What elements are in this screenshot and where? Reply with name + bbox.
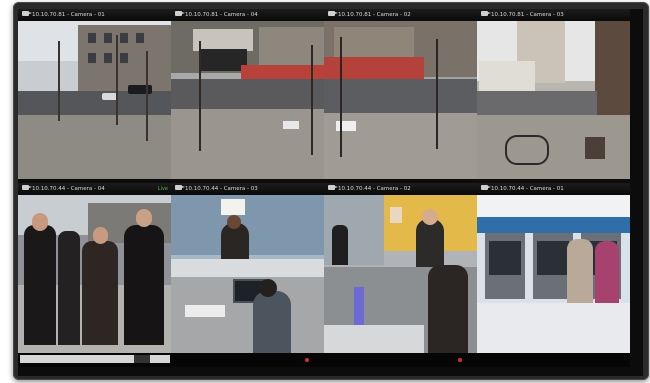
camera-icon — [175, 185, 185, 190]
camera-icon — [328, 11, 338, 16]
camera-feed — [18, 195, 171, 353]
video-wall: 10.10.70.81 - Camera - 01 10.10.70.81 - … — [18, 9, 643, 376]
record-indicator — [305, 358, 309, 362]
timeline-marker — [134, 355, 150, 363]
camera-feed — [171, 21, 324, 179]
camera-feed — [324, 195, 477, 353]
camera-title: 10.10.70.81 - Camera - 02 — [338, 12, 411, 18]
camera-icon — [175, 11, 185, 16]
camera-icon — [481, 11, 491, 16]
camera-title: 10.10.70.81 - Camera - 01 — [32, 12, 105, 18]
camera-tile-6[interactable]: 10.10.70.44 - Camera - 03 — [171, 183, 324, 353]
camera-feed — [477, 21, 630, 179]
camera-tile-1[interactable]: 10.10.70.81 - Camera - 01 — [18, 9, 171, 179]
camera-title: 10.10.70.44 - Camera - 02 — [338, 186, 411, 192]
camera-title: 10.10.70.44 - Camera - 01 — [491, 186, 564, 192]
camera-feed — [324, 21, 477, 179]
status-bar — [18, 353, 630, 367]
camera-icon — [22, 185, 32, 190]
camera-tile-2[interactable]: 10.10.70.81 - Camera - 04 — [171, 9, 324, 179]
camera-tile-7[interactable]: 10.10.70.44 - Camera - 02 — [324, 183, 477, 353]
camera-feed — [18, 21, 171, 179]
camera-title: 10.10.70.81 - Camera - 03 — [491, 12, 564, 18]
camera-icon — [328, 185, 338, 190]
camera-title: 10.10.70.81 - Camera - 04 — [185, 12, 258, 18]
camera-tile-8[interactable]: 10.10.70.44 - Camera - 01 — [477, 183, 630, 353]
camera-feed — [171, 195, 324, 353]
record-indicator — [458, 358, 462, 362]
camera-tile-3[interactable]: 10.10.70.81 - Camera - 02 — [324, 9, 477, 179]
camera-tile-5[interactable]: 10.10.70.44 - Camera - 04 Live — [18, 183, 171, 353]
camera-icon — [22, 11, 32, 16]
camera-tile-4[interactable]: 10.10.70.81 - Camera - 03 — [477, 9, 630, 179]
camera-title: 10.10.70.44 - Camera - 03 — [185, 186, 258, 192]
live-status: Live — [157, 186, 168, 192]
camera-feed — [477, 195, 630, 353]
camera-icon — [481, 185, 491, 190]
camera-title: 10.10.70.44 - Camera - 04 — [32, 186, 105, 192]
